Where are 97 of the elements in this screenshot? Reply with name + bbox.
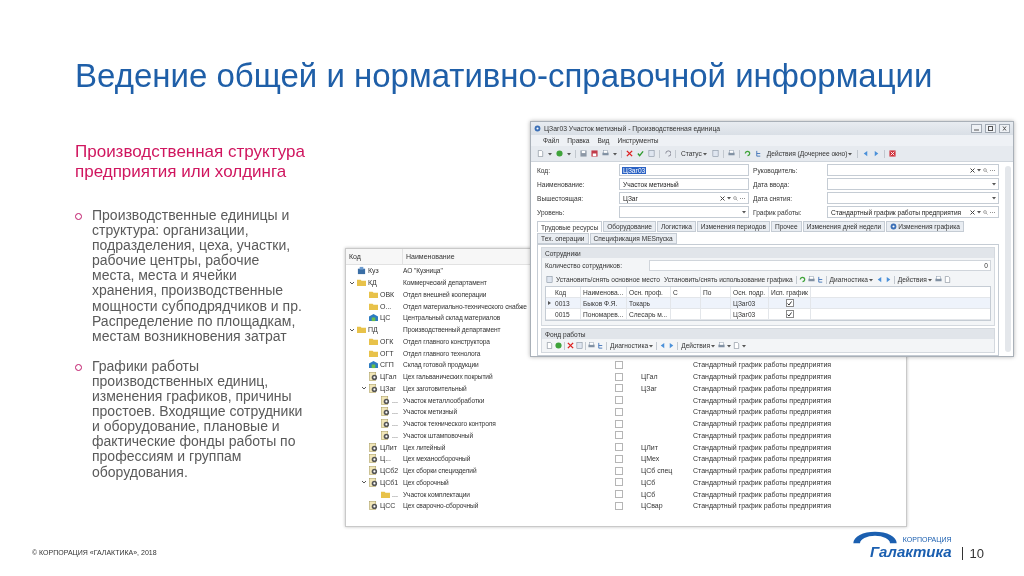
gear-icon [381,419,390,429]
gear-icon [369,442,378,452]
gear-icon [369,454,378,464]
checkbox[interactable] [615,360,623,369]
chevron-icon[interactable] [361,385,367,392]
delete-icon[interactable] [567,342,574,349]
checkbox[interactable] [615,419,623,428]
checkbox[interactable] [615,501,623,510]
print-icon[interactable] [718,342,726,349]
save-icon[interactable] [580,150,587,157]
gear-icon [369,477,378,487]
clear-icon[interactable] [970,209,975,215]
caret-icon[interactable] [927,277,932,282]
clear-icon[interactable] [720,195,725,201]
bullet-text: Производственные единицы и структура: организации, подразделения, цеха, участки, рабочие центры, рабочие места, места и ячейки хранения, производственные мощности субподрядчиков и пр. Распределение по площадкам, местам возникновения затрат [92,208,303,344]
back-icon[interactable] [875,276,883,283]
folder-icon [381,489,390,499]
checkbox[interactable] [615,384,623,393]
ellipsis-icon[interactable] [990,210,996,214]
delete-icon[interactable] [626,150,633,157]
document-icon[interactable] [537,150,544,157]
checkbox[interactable] [615,407,623,416]
dropdown-field[interactable] [827,192,999,204]
bullet-text: Графики работы производственных единиц, изменения графиков, причины простоев. Входящие сотрудники и оборудование, плановые и фактические фонды работы по профессиям и группам оборудования. [92,358,304,480]
refresh-icon[interactable] [743,150,751,157]
print-icon[interactable] [727,150,735,157]
current-row-icon [548,301,551,305]
warehouse-icon [369,313,378,323]
hierarchy-icon[interactable] [597,342,604,349]
logo-text: Галактика [870,544,952,560]
gear-icon [534,125,541,132]
warehouse-icon [369,360,378,370]
chevron-icon[interactable] [349,326,355,333]
caret-icon[interactable] [649,343,654,348]
lookup-field[interactable] [827,164,999,176]
gear-icon [369,372,378,382]
dropdown-field[interactable] [827,178,999,190]
add-icon[interactable] [555,342,562,349]
gear-icon [381,395,390,405]
checkbox[interactable] [615,372,623,381]
checkbox[interactable] [615,396,623,405]
forward-icon[interactable] [884,276,892,283]
caret-icon[interactable] [702,151,707,156]
close-icon[interactable] [999,124,1010,133]
maximize-icon[interactable] [985,124,996,133]
disk-icon[interactable] [591,150,598,157]
document-icon[interactable] [546,342,553,349]
slide-subtitle: Производственная структура предприятия или холдинга [75,142,306,182]
print-icon[interactable] [602,150,609,157]
slide-title: Ведение общей и нормативно-справочной информации [74,56,934,96]
caret-icon[interactable] [977,210,981,214]
print-icon[interactable] [588,342,595,349]
gear-icon [369,466,378,476]
checkbox[interactable] [615,443,623,452]
clear-icon[interactable] [970,167,975,173]
ellipsis-icon[interactable] [990,168,996,172]
back-icon[interactable] [659,342,667,349]
building-icon [357,266,366,276]
forward-icon[interactable] [873,150,881,157]
checkbox[interactable] [615,454,623,463]
check-icon[interactable] [637,150,644,157]
caret-icon[interactable] [742,343,747,348]
scrollbar[interactable] [1005,166,1011,352]
checkbox[interactable] [615,466,623,475]
caret-icon[interactable] [868,277,873,282]
hierarchy-icon[interactable] [816,276,824,283]
gear-icon [369,501,378,511]
back-icon[interactable] [862,150,870,157]
forward-icon[interactable] [668,342,676,349]
checkbox[interactable] [615,431,623,440]
undo-icon[interactable] [664,150,671,157]
print-icon[interactable] [934,276,942,283]
chevron-icon[interactable] [349,279,355,286]
ellipsis-icon[interactable] [740,196,746,200]
caret-icon[interactable] [727,196,731,200]
gear-icon [369,383,378,393]
refresh-icon[interactable] [798,276,806,283]
caret-icon[interactable] [711,343,716,348]
caret-icon[interactable] [977,168,981,172]
gear-icon [381,407,390,417]
checkbox[interactable] [615,490,623,499]
page-number: 10 [961,547,984,560]
document-icon[interactable] [943,276,951,283]
caret-icon[interactable] [727,343,732,348]
caret-icon[interactable] [742,210,746,214]
hierarchy-icon[interactable] [754,150,762,157]
gear-icon [381,430,390,440]
dropdown-field[interactable] [619,206,749,218]
print-icon[interactable] [807,276,815,283]
caret-icon[interactable] [848,151,853,156]
add-icon[interactable] [556,150,563,157]
caret-icon[interactable] [992,182,996,186]
checkbox[interactable] [615,478,623,487]
chevron-icon[interactable] [361,479,367,486]
caret-icon[interactable] [992,196,996,200]
checkbox[interactable] [785,310,794,318]
checkbox[interactable] [785,299,794,307]
